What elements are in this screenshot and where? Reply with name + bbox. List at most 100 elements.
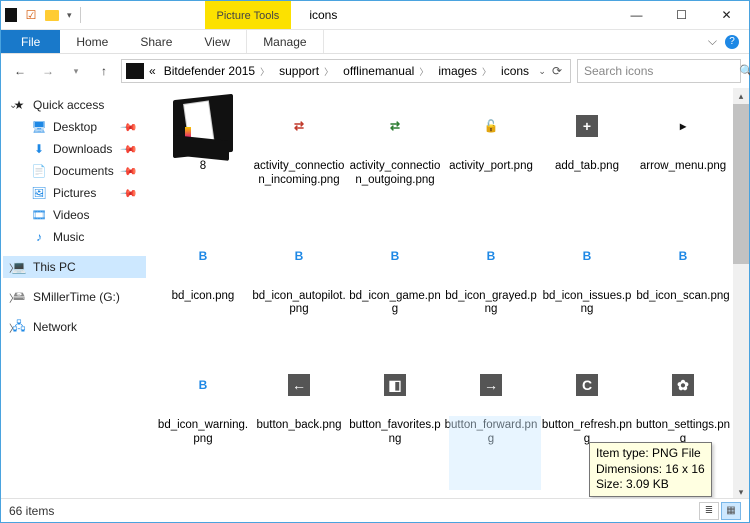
file-item[interactable]: ⇄activity_connection_outgoing.png — [347, 94, 443, 188]
tooltip-line: Item type: PNG File — [596, 446, 705, 462]
status-item-count: 66 items — [9, 504, 54, 518]
file-thumbnail: ▸ — [651, 94, 715, 158]
tab-file[interactable]: File — [1, 30, 60, 53]
search-box[interactable]: 🔍 — [577, 59, 741, 83]
file-item[interactable]: ←button_back.png — [251, 353, 347, 447]
file-name-label: 8 — [200, 160, 206, 174]
scroll-thumb[interactable] — [733, 104, 749, 264]
file-item[interactable]: Bbd_icon.png — [155, 224, 251, 318]
tree-documents[interactable]: 📄Documents📌 — [3, 160, 146, 182]
nav-up-button[interactable]: ↑ — [93, 60, 115, 82]
search-input[interactable] — [584, 64, 739, 78]
file-item[interactable]: ⇄activity_connection_incoming.png — [251, 94, 347, 188]
file-name-label: bd_icon_autopilot.png — [252, 290, 346, 318]
selection-highlight — [449, 416, 541, 490]
expander-icon[interactable]: ⌄ — [9, 100, 17, 111]
videos-icon: 🎞 — [31, 207, 47, 223]
ribbon-expand-icon[interactable]: ⌵ — [708, 34, 717, 49]
file-item[interactable]: Bbd_icon_warning.png — [155, 353, 251, 447]
png-icon: ⇄ — [386, 117, 404, 135]
tooltip-line: Size: 3.09 KB — [596, 477, 705, 493]
nav-forward-button[interactable]: → — [37, 60, 59, 82]
tree-this-pc[interactable]: 〉 💻 This PC — [3, 256, 146, 278]
tab-home[interactable]: Home — [60, 30, 124, 53]
file-thumbnail: + — [555, 94, 619, 158]
crumb-2[interactable]: offlinemanual〉 — [340, 64, 433, 78]
tab-view[interactable]: View — [188, 30, 246, 53]
pin-icon: 📌 — [120, 162, 139, 181]
qat-chevron-icon[interactable]: ▾ — [67, 10, 72, 21]
file-name-label: add_tab.png — [555, 160, 619, 174]
file-item[interactable]: ◧button_favorites.png — [347, 353, 443, 447]
tooltip-line: Dimensions: 16 x 16 — [596, 462, 705, 478]
tree-label: Quick access — [33, 98, 104, 112]
file-item[interactable]: Bbd_icon_scan.png — [635, 224, 731, 318]
tree-drive-g[interactable]: 〉 🖴 SMillerTime (G:) — [3, 286, 146, 308]
view-details-button[interactable]: ≣ — [699, 502, 719, 520]
expander-icon[interactable]: 〉 — [9, 290, 19, 305]
file-list-pane[interactable]: 8 ⇄activity_connection_incoming.png⇄activ… — [149, 88, 749, 500]
file-name-label: bd_icon_scan.png — [636, 290, 729, 304]
tree-videos[interactable]: 🎞Videos — [3, 204, 146, 226]
search-icon[interactable]: 🔍 — [739, 64, 750, 78]
navigation-pane: ⌄ ★ Quick access 🖥Desktop📌 ⬇Downloads📌 📄… — [1, 88, 149, 500]
file-thumbnail: C — [555, 353, 619, 417]
file-item[interactable]: 🔓activity_port.png — [443, 94, 539, 188]
new-folder-icon[interactable] — [45, 10, 59, 21]
file-item[interactable]: Bbd_icon_game.png — [347, 224, 443, 318]
tree-downloads[interactable]: ⬇Downloads📌 — [3, 138, 146, 160]
quick-access-toolbar: ☑ ▾ — [1, 1, 87, 29]
help-icon[interactable]: ? — [725, 35, 739, 49]
maximize-button[interactable]: ☐ — [659, 1, 704, 29]
refresh-icon[interactable]: ⟳ — [552, 64, 562, 78]
file-item[interactable]: ✿button_settings.png — [635, 353, 731, 447]
file-name-label: button_favorites.png — [348, 419, 442, 447]
downloads-icon: ⬇ — [31, 141, 47, 157]
file-item[interactable]: Bbd_icon_issues.png — [539, 224, 635, 318]
file-tooltip: Item type: PNG File Dimensions: 16 x 16 … — [589, 442, 712, 497]
file-item[interactable]: 8 — [155, 94, 251, 188]
tree-quick-access[interactable]: ⌄ ★ Quick access — [3, 94, 146, 116]
crumb-0[interactable]: Bitdefender 2015〉 — [161, 64, 274, 78]
nav-back-button[interactable]: ← — [9, 60, 31, 82]
expander-icon[interactable]: 〉 — [9, 260, 19, 275]
expander-icon[interactable]: 〉 — [9, 320, 19, 335]
file-item[interactable]: + add_tab.png — [539, 94, 635, 188]
crumb-1[interactable]: support〉 — [276, 64, 338, 78]
app-icon — [5, 8, 17, 22]
file-item[interactable]: Bbd_icon_grayed.png — [443, 224, 539, 318]
file-item[interactable]: Bbd_icon_autopilot.png — [251, 224, 347, 318]
png-icon: ▸ — [674, 117, 692, 135]
file-name-label: arrow_menu.png — [640, 160, 726, 174]
tree-music[interactable]: ♪Music — [3, 226, 146, 248]
tab-share[interactable]: Share — [124, 30, 188, 53]
file-thumbnail: B — [363, 224, 427, 288]
address-history-chevron-icon[interactable]: ⌄ — [538, 66, 546, 77]
window-title: icons — [291, 1, 614, 29]
address-toolbar: ← → ▾ ↑ « Bitdefender 2015〉 support〉 off… — [1, 54, 749, 88]
file-thumbnail: → — [459, 353, 523, 417]
properties-icon[interactable]: ☑ — [23, 7, 39, 23]
file-item[interactable]: Cbutton_refresh.png — [539, 353, 635, 447]
tree-pictures[interactable]: 🖼Pictures📌 — [3, 182, 146, 204]
png-icon: ← — [288, 374, 310, 396]
scroll-up-button[interactable]: ▴ — [733, 88, 749, 104]
tree-desktop[interactable]: 🖥Desktop📌 — [3, 116, 146, 138]
vertical-scrollbar[interactable]: ▴ ▾ — [733, 88, 749, 500]
file-thumbnail: ⇄ — [267, 94, 331, 158]
context-tab-picture-tools[interactable]: Picture Tools — [205, 1, 292, 29]
crumb-ellipsis[interactable]: « — [146, 64, 159, 78]
address-bar[interactable]: « Bitdefender 2015〉 support〉 offlinemanu… — [121, 59, 571, 83]
file-thumbnail: ← — [267, 353, 331, 417]
close-button[interactable]: ✕ — [704, 1, 749, 29]
pin-icon: 📌 — [120, 184, 139, 203]
tree-network[interactable]: 〉 🖧 Network — [3, 316, 146, 338]
file-item[interactable]: ▸ arrow_menu.png — [635, 94, 731, 188]
crumb-3[interactable]: images〉 — [435, 64, 496, 78]
view-large-icons-button[interactable]: ▦ — [721, 502, 741, 520]
crumb-4[interactable]: icons — [498, 64, 532, 78]
tab-manage[interactable]: Manage — [246, 30, 323, 53]
nav-recent-chevron-icon[interactable]: ▾ — [65, 60, 87, 82]
png-icon: B — [386, 247, 404, 265]
minimize-button[interactable]: — — [614, 1, 659, 29]
